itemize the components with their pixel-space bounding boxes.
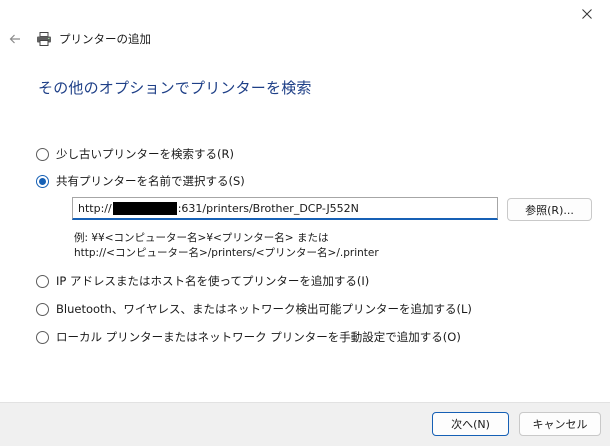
option-add-by-ip[interactable]: IP アドレスまたはホスト名を使ってプリンターを追加する(I) [36,273,369,289]
option-find-older-printer[interactable]: 少し古いプリンターを検索する(R) [36,146,234,162]
title-bar: プリンターの追加 [0,26,420,52]
next-button[interactable]: 次へ(N) [432,412,509,436]
window-title: プリンターの追加 [59,32,151,46]
option-label: 共有プリンターを名前で選択する(S) [56,174,245,188]
radio-button[interactable] [36,330,49,344]
cancel-button[interactable]: キャンセル [519,412,601,436]
radio-button[interactable] [36,302,49,316]
page-heading: その他のオプションでプリンターを検索 [38,79,312,97]
option-select-shared-printer[interactable]: 共有プリンターを名前で選択する(S) [36,173,245,189]
back-arrow-icon [9,34,20,44]
redacted-hostname [112,201,177,215]
radio-button[interactable] [36,274,49,288]
option-label: ローカル プリンターまたはネットワーク プリンターを手動設定で追加する(O) [56,330,461,344]
shared-printer-url-input[interactable]: http:// :631/printers/Brother_DCP-J552N [72,197,498,220]
option-label: 少し古いプリンターを検索する(R) [56,147,234,161]
example-line-2: http://<コンピューター名>/printers/<プリンター名>/.pri… [74,247,379,259]
option-add-local-manual[interactable]: ローカル プリンターまたはネットワーク プリンターを手動設定で追加する(O) [36,329,461,345]
printer-icon [36,31,52,47]
close-button[interactable] [564,0,610,28]
close-icon [582,9,592,19]
radio-button-selected[interactable] [36,174,49,188]
radio-button[interactable] [36,147,49,161]
option-label: Bluetooth、ワイヤレス、またはネットワーク検出可能プリンターを追加する(… [56,302,472,316]
option-add-bluetooth-wireless[interactable]: Bluetooth、ワイヤレス、またはネットワーク検出可能プリンターを追加する(… [36,301,472,317]
url-suffix: :631/printers/Brother_DCP-J552N [177,201,359,215]
back-button[interactable] [2,26,28,52]
example-line-1: 例: ¥¥<コンピューター名>¥<プリンター名> または [74,232,329,244]
example-text: 例: ¥¥<コンピューター名>¥<プリンター名> または http://<コンピ… [74,231,379,261]
footer-bar: 次へ(N) キャンセル [0,402,610,446]
url-prefix: http:// [78,201,112,215]
browse-button[interactable]: 参照(R)... [507,198,592,221]
option-label: IP アドレスまたはホスト名を使ってプリンターを追加する(I) [56,274,370,288]
